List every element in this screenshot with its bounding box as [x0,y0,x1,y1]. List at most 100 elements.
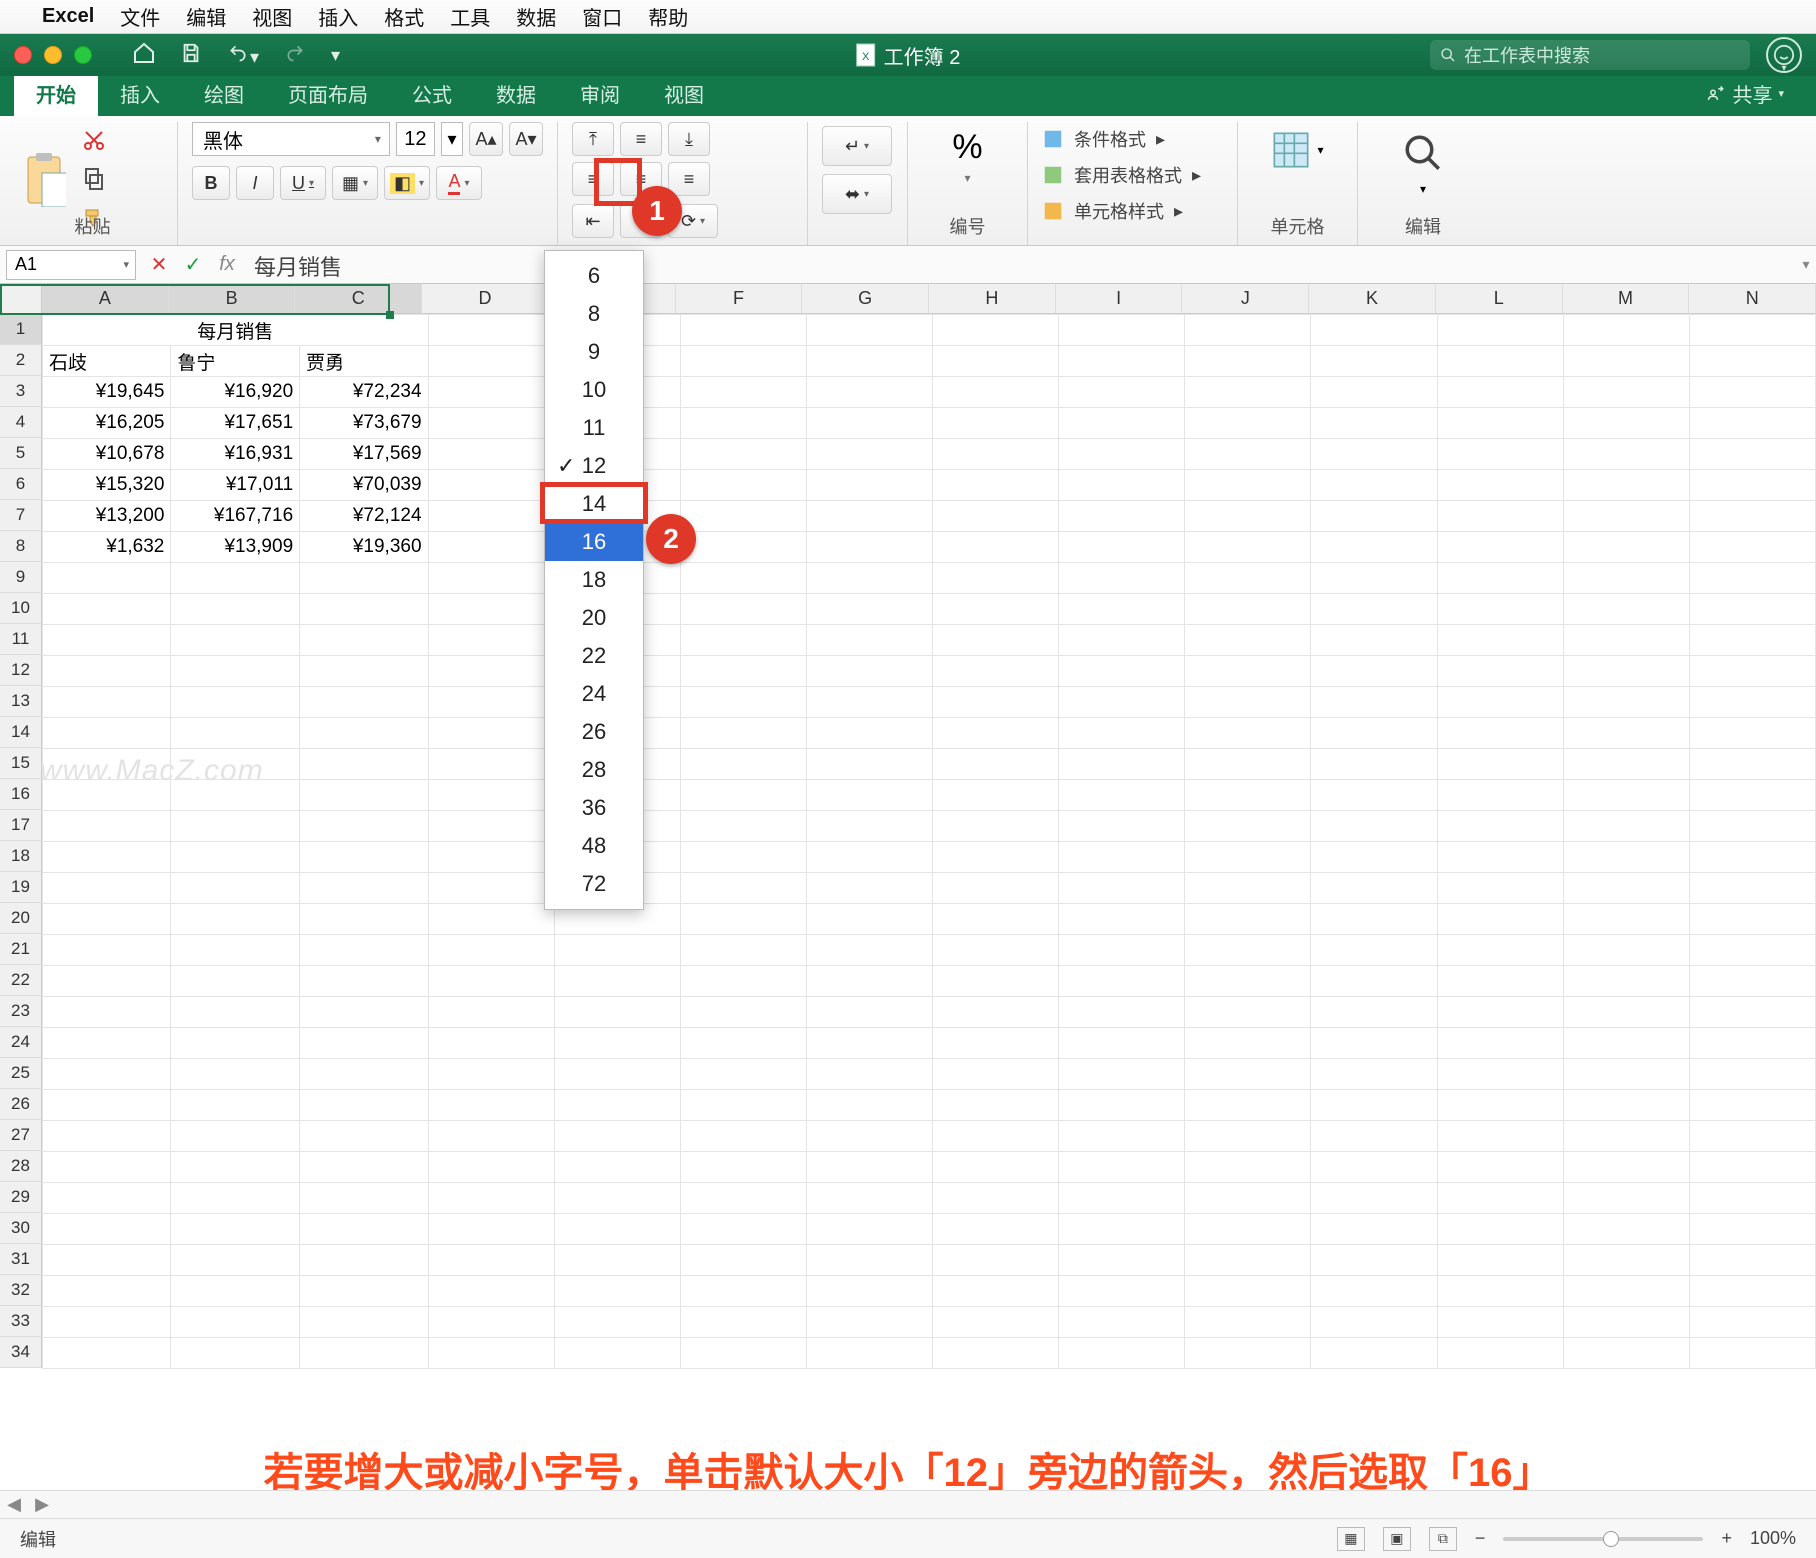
row-header-6[interactable]: 6 [0,469,42,500]
cell-H4[interactable] [933,408,1059,439]
cell-L32[interactable] [1437,1276,1563,1307]
fill-color-button[interactable]: ◧ [384,166,430,200]
cell-B25[interactable] [171,1059,300,1090]
cell-B7[interactable]: ¥167,716 [171,501,300,532]
cell-F25[interactable] [680,1059,806,1090]
cell-C32[interactable] [300,1276,428,1307]
cell-L30[interactable] [1437,1214,1563,1245]
cell-K10[interactable] [1311,594,1437,625]
row-header-29[interactable]: 29 [0,1182,42,1213]
cell-K11[interactable] [1311,625,1437,656]
cell-C3[interactable]: ¥72,234 [300,377,428,408]
row-header-19[interactable]: 19 [0,872,42,903]
align-middle-icon[interactable]: ≡ [620,122,662,156]
menu-help[interactable]: 帮助 [648,2,688,31]
formula-input[interactable]: 每月销售 [244,250,1796,280]
cell-F15[interactable] [680,749,806,780]
decrease-font-icon[interactable]: A▾ [509,122,543,156]
cell-C28[interactable] [300,1152,428,1183]
cell-B21[interactable] [171,935,300,966]
cell-G16[interactable] [806,780,932,811]
cell-K12[interactable] [1311,656,1437,687]
cell-L5[interactable] [1437,439,1563,470]
cell-H25[interactable] [933,1059,1059,1090]
cell-A29[interactable] [43,1183,171,1214]
cell-M12[interactable] [1563,656,1689,687]
cell-I9[interactable] [1059,563,1185,594]
cell-merged-title[interactable]: 每月销售 [43,315,429,346]
cell-M15[interactable] [1563,749,1689,780]
cell-B10[interactable] [171,594,300,625]
cell-B17[interactable] [171,811,300,842]
cell-D3[interactable] [428,377,554,408]
row-header-13[interactable]: 13 [0,686,42,717]
cell-F8[interactable] [680,532,806,563]
cell-F32[interactable] [680,1276,806,1307]
zoom-slider[interactable] [1503,1537,1703,1541]
cell-G8[interactable] [806,532,932,563]
cell-A33[interactable] [43,1307,171,1338]
cell-N26[interactable] [1689,1090,1815,1121]
cell-G14[interactable] [806,718,932,749]
cell-A17[interactable] [43,811,171,842]
cell-A30[interactable] [43,1214,171,1245]
cell-M26[interactable] [1563,1090,1689,1121]
font-size-option-72[interactable]: 72 [545,865,643,903]
cell-N19[interactable] [1689,873,1815,904]
cell-D1[interactable] [428,315,554,346]
cell-K3[interactable] [1311,377,1437,408]
cell-A26[interactable] [43,1090,171,1121]
decrease-indent-icon[interactable]: ⇤ [572,204,614,238]
cell-K6[interactable] [1311,470,1437,501]
cell-M2[interactable] [1563,346,1689,377]
cell-F1[interactable] [680,315,806,346]
cell-J1[interactable] [1185,315,1311,346]
cell-M23[interactable] [1563,997,1689,1028]
cell-H21[interactable] [933,935,1059,966]
cell-A5[interactable]: ¥10,678 [43,439,171,470]
cell-A28[interactable] [43,1152,171,1183]
cell-M27[interactable] [1563,1121,1689,1152]
cell-I32[interactable] [1059,1276,1185,1307]
cell-L10[interactable] [1437,594,1563,625]
cell-C5[interactable]: ¥17,569 [300,439,428,470]
cell-D33[interactable] [428,1307,554,1338]
cell-N6[interactable] [1689,470,1815,501]
cell-K17[interactable] [1311,811,1437,842]
cell-K26[interactable] [1311,1090,1437,1121]
cell-N22[interactable] [1689,966,1815,997]
page-break-view-icon[interactable]: ⧉ [1429,1527,1457,1551]
cell-M19[interactable] [1563,873,1689,904]
fx-icon[interactable]: fx [210,250,244,280]
font-color-button[interactable]: A [436,166,482,200]
cell-K20[interactable] [1311,904,1437,935]
cell-G10[interactable] [806,594,932,625]
cell-L27[interactable] [1437,1121,1563,1152]
cell-G1[interactable] [806,315,932,346]
row-header-2[interactable]: 2 [0,345,42,376]
cell-A4[interactable]: ¥16,205 [43,408,171,439]
cell-C20[interactable] [300,904,428,935]
cell-D27[interactable] [428,1121,554,1152]
cell-H29[interactable] [933,1183,1059,1214]
menu-window[interactable]: 窗口 [582,2,622,31]
cell-G32[interactable] [806,1276,932,1307]
cell-A21[interactable] [43,935,171,966]
cell-F30[interactable] [680,1214,806,1245]
cell-D7[interactable] [428,501,554,532]
cell-F20[interactable] [680,904,806,935]
menu-insert[interactable]: 插入 [318,2,358,31]
cell-K23[interactable] [1311,997,1437,1028]
cell-J3[interactable] [1185,377,1311,408]
cell-L6[interactable] [1437,470,1563,501]
zoom-level[interactable]: 100% [1750,1528,1796,1549]
cell-B20[interactable] [171,904,300,935]
cell-M25[interactable] [1563,1059,1689,1090]
column-header-G[interactable]: G [802,284,929,314]
cell-I6[interactable] [1059,470,1185,501]
font-size-option-36[interactable]: 36 [545,789,643,827]
cell-L34[interactable] [1437,1338,1563,1369]
cell-A13[interactable] [43,687,171,718]
cell-E24[interactable] [554,1028,680,1059]
tab-insert[interactable]: 插入 [98,71,182,116]
